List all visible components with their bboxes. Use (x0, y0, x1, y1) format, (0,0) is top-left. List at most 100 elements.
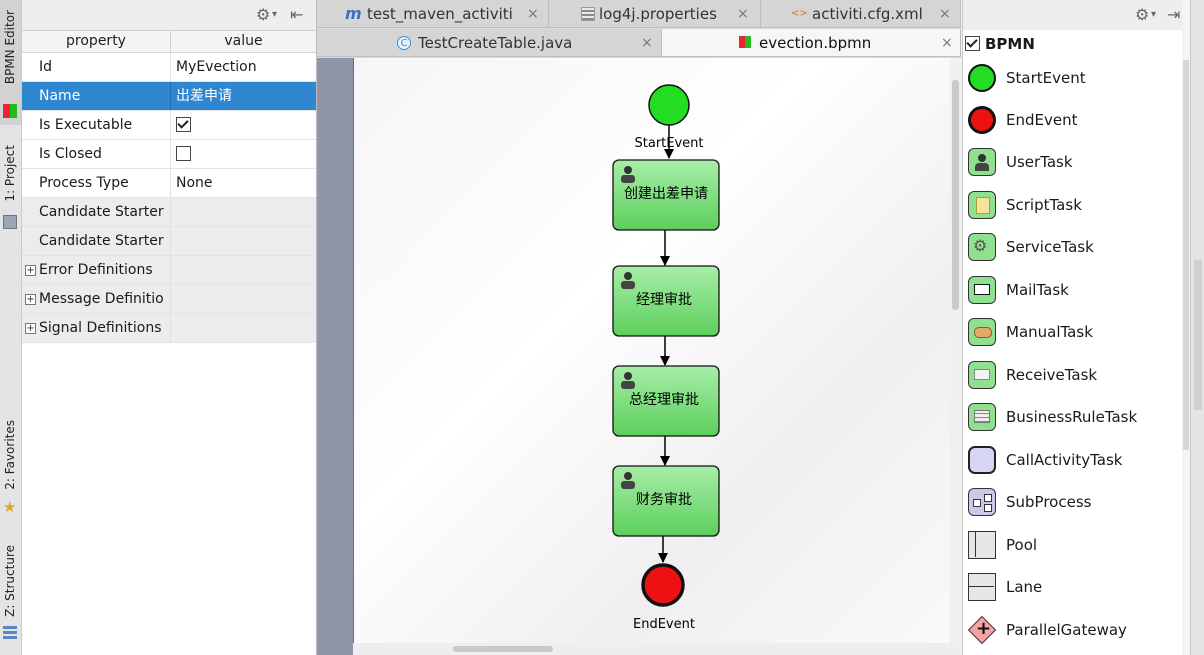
end-event-shape[interactable] (641, 563, 685, 607)
expand-icon[interactable]: + (25, 265, 36, 276)
user-task[interactable]: 财务审批 (612, 465, 720, 537)
script-task-icon (968, 191, 996, 219)
process-diagram: StartEvent 创建出差申请 经理审批 总经理审批 财务审批 EndEve… (612, 84, 720, 632)
palette-scrollbar[interactable] (1182, 0, 1190, 655)
bpmn-palette: ⚙ ▾ ⇥ BPMN StartEvent EndEvent UserTask … (962, 0, 1183, 655)
tab-evection-bpmn[interactable]: evection.bpmn × (662, 29, 961, 57)
tab-test-maven-activiti[interactable]: m test_maven_activiti × (317, 0, 549, 28)
property-key: Message Definitio (22, 285, 171, 313)
property-row-signal-definitions[interactable]: + Signal Definitions (22, 314, 316, 343)
gear-icon[interactable]: ⚙ (1135, 5, 1149, 24)
user-task[interactable]: 总经理审批 (612, 365, 720, 437)
property-value[interactable] (171, 227, 316, 255)
bpmn-file-icon (739, 36, 751, 48)
tool-tab-project[interactable]: 1: Project (0, 145, 21, 235)
scrollbar-thumb[interactable] (1183, 60, 1189, 450)
palette-item-end-event[interactable]: EndEvent (963, 100, 1183, 140)
scrollbar-thumb[interactable] (453, 646, 553, 652)
palette-item-script-task[interactable]: ScriptTask (963, 185, 1183, 225)
property-row-id[interactable]: Id MyEvection (22, 53, 316, 82)
tab-log4j-properties[interactable]: log4j.properties × (549, 0, 761, 28)
property-row-message-definitions[interactable]: + Message Definitio (22, 285, 316, 314)
property-row-is-closed[interactable]: Is Closed (22, 140, 316, 169)
property-value[interactable]: None (171, 169, 316, 197)
palette-item-label: UserTask (1006, 153, 1073, 171)
palette-item-call-activity-task[interactable]: CallActivityTask (963, 440, 1183, 480)
property-value[interactable]: 出差申请 (171, 82, 316, 110)
palette-item-business-rule-task[interactable]: BusinessRuleTask (963, 397, 1183, 437)
property-row-is-executable[interactable]: Is Executable (22, 111, 316, 140)
palette-item-lane[interactable]: Lane (963, 567, 1183, 607)
palette-item-subprocess[interactable]: SubProcess (963, 482, 1183, 522)
close-icon[interactable]: × (737, 0, 749, 28)
tool-tab-label: Z: Structure (3, 545, 17, 617)
property-value[interactable] (171, 285, 316, 313)
bpmn-group-checkbox[interactable] (965, 36, 980, 51)
chevron-down-icon[interactable]: ▾ (1151, 9, 1156, 20)
property-column-header[interactable]: property (22, 31, 171, 52)
start-event-icon (968, 64, 996, 92)
tab-label: evection.bpmn (759, 34, 872, 52)
palette-item-pool[interactable]: Pool (963, 525, 1183, 565)
is-executable-checkbox[interactable] (176, 116, 191, 132)
expand-icon[interactable]: + (25, 294, 36, 305)
user-task[interactable]: 经理审批 (612, 265, 720, 337)
property-row-name[interactable]: Name 出差申请 (22, 82, 316, 111)
start-event-label: StartEvent (635, 136, 704, 151)
property-value[interactable] (171, 314, 316, 342)
java-class-icon: C (397, 36, 411, 50)
start-event[interactable]: StartEvent (635, 84, 704, 151)
tab-activiti-cfg-xml[interactable]: <> activiti.cfg.xml × (761, 0, 961, 28)
palette-item-mail-task[interactable]: MailTask (963, 270, 1183, 310)
gear-icon[interactable]: ⚙ (256, 5, 270, 24)
expand-icon[interactable]: + (25, 323, 36, 334)
property-key: Candidate Starter (22, 227, 171, 255)
tool-tab-bpmn-editor[interactable]: BPMN Editor (0, 0, 21, 125)
user-task[interactable]: 创建出差申请 (612, 159, 720, 231)
palette-item-label: ManualTask (1006, 323, 1093, 341)
end-event-label: EndEvent (633, 617, 695, 632)
property-value (171, 111, 316, 139)
palette-item-receive-task[interactable]: ReceiveTask (963, 355, 1183, 395)
palette-item-label: Pool (1006, 536, 1038, 554)
close-icon[interactable]: × (641, 29, 653, 57)
property-key: Signal Definitions (22, 314, 171, 342)
palette-item-manual-task[interactable]: ManualTask (963, 312, 1183, 352)
palette-group-header[interactable]: BPMN (963, 30, 1183, 58)
start-event-shape[interactable] (648, 84, 690, 126)
palette-item-label: ParallelGateway (1006, 621, 1127, 639)
tool-tab-bpmn-palette[interactable] (1194, 260, 1202, 410)
tool-tab-favorites[interactable]: 2: Favorites ★ (0, 420, 21, 520)
chevron-down-icon[interactable]: ▾ (272, 9, 277, 20)
is-closed-checkbox[interactable] (176, 145, 191, 161)
tool-tab-structure[interactable]: Z: Structure (0, 545, 21, 645)
properties-table-header: property value (22, 31, 316, 53)
properties-file-icon (581, 7, 595, 21)
property-row-error-definitions[interactable]: + Error Definitions (22, 256, 316, 285)
close-icon[interactable]: × (939, 0, 951, 28)
close-icon[interactable]: × (527, 0, 539, 28)
hide-panel-icon[interactable]: ⇥ (1167, 5, 1180, 24)
bpmn-canvas[interactable]: StartEvent 创建出差申请 经理审批 总经理审批 财务审批 EndEve… (317, 58, 961, 655)
close-icon[interactable]: × (941, 29, 953, 57)
property-row-process-type[interactable]: Process Type None (22, 169, 316, 198)
palette-item-user-task[interactable]: UserTask (963, 142, 1183, 182)
tab-test-create-table-java[interactable]: C TestCreateTable.java × (317, 29, 662, 57)
diagram-paper[interactable]: StartEvent 创建出差申请 经理审批 总经理审批 财务审批 EndEve… (353, 58, 951, 643)
hide-panel-icon[interactable]: ⇤ (290, 5, 303, 24)
canvas-horizontal-scrollbar[interactable] (353, 643, 961, 655)
palette-item-parallel-gateway[interactable]: + ParallelGateway (963, 610, 1183, 650)
property-value[interactable] (171, 198, 316, 226)
property-row-candidate-starter[interactable]: Candidate Starter (22, 198, 316, 227)
scrollbar-thumb[interactable] (952, 80, 959, 310)
palette-item-start-event[interactable]: StartEvent (963, 58, 1183, 98)
property-row-candidate-starter[interactable]: Candidate Starter (22, 227, 316, 256)
canvas-vertical-scrollbar[interactable] (950, 58, 961, 643)
palette-item-service-task[interactable]: ⚙ ServiceTask (963, 227, 1183, 267)
property-value[interactable] (171, 256, 316, 284)
palette-item-label: ServiceTask (1006, 238, 1094, 256)
end-event[interactable]: EndEvent (633, 563, 695, 632)
task-label: 总经理审批 (629, 392, 699, 408)
property-value[interactable]: MyEvection (171, 53, 316, 81)
value-column-header[interactable]: value (171, 31, 316, 52)
